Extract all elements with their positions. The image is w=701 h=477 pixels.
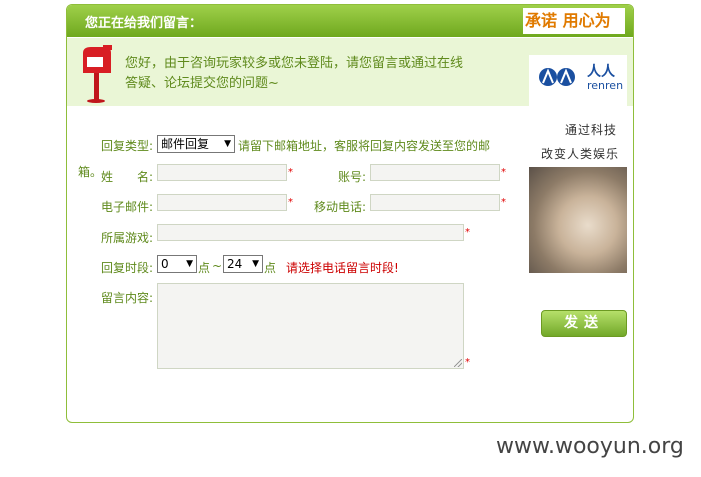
ad-artwork (529, 167, 627, 273)
resize-handle-icon[interactable] (454, 359, 462, 367)
ad-slogan-line1: 通过科技 (565, 123, 618, 137)
phone-label: 移动电话: (314, 200, 367, 214)
ad-brand-en: renren (587, 79, 624, 92)
name-required-mark: * (288, 167, 293, 178)
phone-required-mark: * (501, 197, 506, 208)
email-label: 电子邮件: (101, 200, 154, 214)
reply-time-from-value: 0 (161, 257, 169, 271)
account-required-mark: * (501, 167, 506, 178)
reply-type-hint-wrap: 箱。 (78, 165, 103, 179)
dropdown-arrow-icon: ▼ (252, 259, 259, 269)
reply-type-hint: 请留下邮箱地址，客服将回复内容发送至您的邮 (238, 139, 491, 153)
ad-slogan-line2: 改变人类娱乐 (541, 147, 620, 161)
name-field[interactable] (157, 164, 287, 181)
account-label: 账号: (338, 170, 367, 184)
reply-time-from-unit: 点 (198, 261, 211, 275)
message-label: 留言内容: (101, 291, 154, 305)
reply-time-to-select[interactable]: 24 ▼ (223, 255, 263, 273)
phone-field[interactable] (370, 194, 500, 211)
renren-logo-icon (539, 68, 575, 86)
notice-text: 您好，由于咨询玩家较多或您未登陆，请您留言或通过在线答疑、论坛提交您的问题~ (125, 56, 464, 91)
reply-time-separator: ~ (212, 259, 223, 273)
message-panel: 您正在给我们留言： 承诺 用心为 您好，由于咨询玩家较多或您未登陆，请您留言或通… (66, 4, 634, 423)
reply-time-to-value: 24 (227, 257, 243, 271)
ad-brand: 人人 (587, 64, 615, 80)
reply-type-value: 邮件回复 (161, 137, 210, 151)
account-field[interactable] (370, 164, 500, 181)
dropdown-arrow-icon: ▼ (186, 259, 193, 269)
watermark: www.wooyun.org (496, 434, 684, 459)
reply-type-select[interactable]: 邮件回复 ▼ (157, 135, 235, 153)
reply-type-label: 回复类型: (101, 139, 154, 153)
game-required-mark: * (465, 227, 470, 238)
send-button[interactable]: 发送 (541, 310, 627, 337)
reply-time-from-select[interactable]: 0 ▼ (157, 255, 197, 273)
game-field[interactable] (157, 224, 464, 241)
panel-title: 您正在给我们留言： (85, 16, 203, 31)
message-required-mark: * (465, 357, 470, 368)
reply-time-warning: 请选择电话留言时段! (286, 261, 399, 275)
reply-time-label: 回复时段: (101, 261, 154, 275)
panel-header: 您正在给我们留言： 承诺 用心为 (67, 5, 633, 37)
ad-banner[interactable]: 人人 renren 通过科技 改变人类娱乐 (529, 55, 627, 273)
message-textarea[interactable] (157, 283, 464, 369)
mailbox-icon (83, 45, 112, 103)
email-field[interactable] (157, 194, 287, 211)
dropdown-arrow-icon: ▼ (224, 139, 231, 149)
promo-banner[interactable]: 承诺 用心为 (523, 8, 625, 34)
email-required-mark: * (288, 197, 293, 208)
reply-time-to-unit: 点 (264, 261, 277, 275)
game-label: 所属游戏: (101, 231, 154, 245)
name-label: 姓 名: (101, 170, 154, 184)
